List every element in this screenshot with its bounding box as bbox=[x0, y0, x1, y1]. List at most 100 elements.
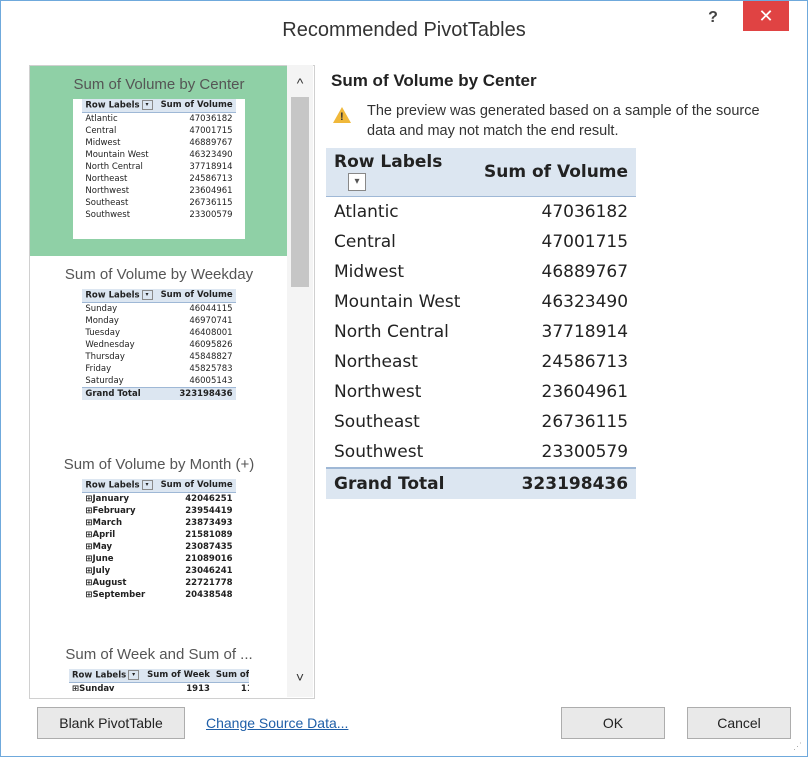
filter-dropdown-icon: ▾ bbox=[141, 480, 153, 490]
row-value: 37718914 bbox=[541, 322, 629, 342]
row-label: ⊞February bbox=[85, 505, 136, 516]
grand-total-label: Grand Total bbox=[82, 386, 158, 400]
preview-title: Sum of Volume by Center bbox=[331, 71, 537, 90]
header-sum-of-week: Sum of Week bbox=[144, 669, 213, 683]
header-sum-of-volume: Sum of Volume bbox=[476, 148, 637, 197]
row-label: Southwest bbox=[334, 442, 424, 462]
scroll-thumb[interactable] bbox=[291, 97, 309, 287]
row-label: Northwest bbox=[334, 382, 422, 402]
row-value: 46323490 bbox=[189, 149, 233, 160]
row-label: Thursday bbox=[85, 351, 125, 362]
row-value: 1913 bbox=[186, 683, 210, 692]
row-value: 46005143 bbox=[189, 375, 233, 386]
recommendation-card-volume-by-center[interactable]: Sum of Volume by Center Row Labels ▾ Sum … bbox=[30, 66, 288, 256]
row-value: 45825783 bbox=[189, 363, 233, 374]
row-value: 23604961 bbox=[541, 382, 629, 402]
row-label: Northwest bbox=[85, 185, 130, 196]
row-value: 46889767 bbox=[541, 262, 629, 282]
row-label: North Central bbox=[334, 322, 449, 342]
title-bar: Recommended PivotTables ? ✕ bbox=[1, 1, 807, 63]
card-title: Sum of Volume by Weekday bbox=[64, 266, 254, 283]
row-label: Sunday bbox=[85, 303, 118, 314]
row-value: 46044115 bbox=[189, 303, 233, 314]
row-label: ⊞Sunday bbox=[72, 683, 115, 692]
recommendation-list: Sum of Volume by Center Row Labels ▾ Sum … bbox=[29, 65, 315, 699]
row-value: 23604961 bbox=[189, 185, 233, 196]
row-value: 24586713 bbox=[189, 173, 233, 184]
help-button[interactable]: ? bbox=[701, 5, 725, 33]
filter-dropdown-icon: ▾ bbox=[128, 670, 140, 680]
row-value: 46889767 bbox=[189, 137, 233, 148]
card-preview-table: Row Labels ▾ Sum of Volume Atlantic 470361… bbox=[82, 99, 236, 221]
filter-dropdown-icon: ▾ bbox=[141, 100, 153, 110]
header-sum-of-volume: Sum of Volume bbox=[157, 289, 236, 303]
row-label: Atlantic bbox=[334, 202, 399, 222]
close-button[interactable]: ✕ bbox=[743, 1, 789, 31]
row-label: Mountain West bbox=[334, 292, 461, 312]
ok-button[interactable]: OK bbox=[561, 707, 665, 739]
row-value: 20438548 bbox=[185, 589, 233, 600]
header-sum-of-volume: Sum of Volume bbox=[157, 479, 236, 493]
row-label: Saturday bbox=[85, 375, 124, 386]
row-label: ⊞March bbox=[85, 517, 122, 528]
change-source-data-link[interactable]: Change Source Data... bbox=[206, 715, 348, 731]
row-label: Wednesday bbox=[85, 339, 135, 350]
row-value: 46323490 bbox=[541, 292, 629, 312]
header-row-labels: Row Labels bbox=[85, 100, 140, 111]
row-value: 45848827 bbox=[189, 351, 233, 362]
row-label: Midwest bbox=[334, 262, 405, 282]
row-label: ⊞May bbox=[85, 541, 112, 552]
row-value: 46408001 bbox=[189, 327, 233, 338]
row-label: Southwest bbox=[85, 209, 131, 220]
row-value: 23300579 bbox=[541, 442, 629, 462]
row-value: 47001715 bbox=[541, 232, 629, 252]
row-label: Tuesday bbox=[85, 327, 120, 338]
row-value: 42046251 bbox=[185, 493, 233, 504]
card-preview-table: Row Labels ▾ Sum of Volume ⊞January 420462… bbox=[82, 479, 236, 601]
grand-total-value: 323198436 bbox=[157, 386, 236, 400]
row-label: Central bbox=[85, 125, 117, 136]
row-label: ⊞April bbox=[85, 529, 116, 540]
row-label: Southeast bbox=[334, 412, 420, 432]
row-value: 24586713 bbox=[541, 352, 629, 372]
row-value: 23046241 bbox=[185, 565, 233, 576]
resize-grip-icon[interactable]: ⋰ bbox=[793, 741, 802, 752]
row-value: 23300579 bbox=[189, 209, 233, 220]
row-value: 47036182 bbox=[189, 113, 233, 124]
row-value: 21581089 bbox=[185, 529, 233, 540]
scroll-down-arrow[interactable]: ˅ bbox=[287, 665, 313, 689]
recommendation-card-volume-by-month[interactable]: Sum of Volume by Month (+) Row Labels ▾ S… bbox=[30, 446, 288, 636]
row-value: 26736115 bbox=[541, 412, 629, 432]
row-value: 21089016 bbox=[185, 553, 233, 564]
filter-dropdown-icon[interactable]: ▾ bbox=[348, 173, 366, 191]
row-label: ⊞January bbox=[85, 493, 129, 504]
row-value: 46095826 bbox=[189, 339, 233, 350]
recommendation-card-week-and-day[interactable]: Sum of Week and Sum of ... Row Labels ▾ S… bbox=[30, 636, 288, 698]
row-value: 47036182 bbox=[541, 202, 629, 222]
card-preview-table: Row Labels▾ Sum of Week Sum of Day ⊞Sund… bbox=[69, 669, 249, 691]
row-value: 37718914 bbox=[189, 161, 233, 172]
row-label: Monday bbox=[85, 315, 119, 326]
grand-total-value: 323198436 bbox=[476, 467, 637, 499]
header-row-labels: Row Labels bbox=[334, 152, 443, 172]
card-preview-table: Row Labels ▾ Sum of Volume Sunday 46044115… bbox=[82, 289, 236, 400]
blank-pivottable-button[interactable]: Blank PivotTable bbox=[37, 707, 185, 739]
row-label: Atlantic bbox=[85, 113, 118, 124]
preview-pivot-table: Row Labels▾ Sum of Volume Atlantic 470361… bbox=[326, 148, 637, 499]
scroll-up-arrow[interactable]: ^ bbox=[287, 71, 313, 95]
row-label: ⊞July bbox=[85, 565, 111, 576]
row-value: 23087435 bbox=[185, 541, 233, 552]
recommended-pivottables-dialog: Recommended PivotTables ? ✕ Sum of Volum… bbox=[0, 0, 808, 757]
row-value: 23954419 bbox=[185, 505, 233, 516]
row-label: ⊞June bbox=[85, 553, 114, 564]
header-sum-of-volume: Sum of Volume bbox=[157, 99, 236, 113]
row-label: ⊞August bbox=[85, 577, 127, 588]
header-row-labels: Row Labels bbox=[85, 290, 140, 301]
recommendation-card-volume-by-weekday[interactable]: Sum of Volume by Weekday Row Labels ▾ Sum… bbox=[30, 256, 288, 446]
card-title: Sum of Volume by Center bbox=[73, 76, 245, 93]
cancel-button[interactable]: Cancel bbox=[687, 707, 791, 739]
list-scrollbar[interactable]: ^ ˅ bbox=[287, 65, 313, 697]
row-value: 22721778 bbox=[185, 577, 233, 588]
warning-message: The preview was generated based on a sam… bbox=[367, 103, 760, 139]
grand-total-label: Grand Total bbox=[326, 467, 476, 499]
